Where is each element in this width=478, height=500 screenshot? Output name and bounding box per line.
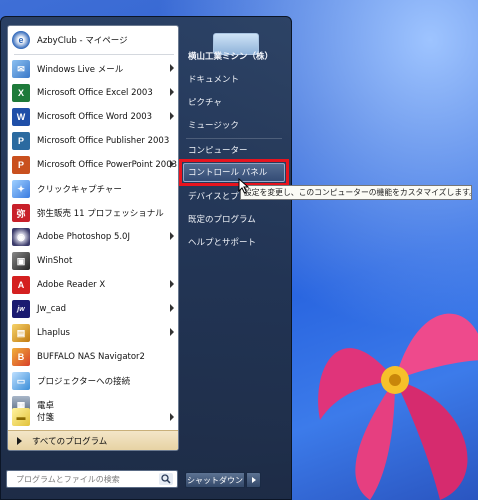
program-label: Adobe Photoshop 5.0J <box>37 232 130 242</box>
chevron-right-icon <box>170 64 174 72</box>
program-label: AzbyClub - マイページ <box>37 36 128 46</box>
program-label: Windows Live メール <box>37 65 124 75</box>
program-item-excel[interactable]: X Microsoft Office Excel 2003 <box>8 81 178 105</box>
click-capture-icon: ✦ <box>12 180 30 198</box>
program-item-publisher[interactable]: P Microsoft Office Publisher 2003 <box>8 129 178 153</box>
chevron-right-icon <box>170 304 174 312</box>
excel-icon: X <box>12 84 30 102</box>
program-item-powerpoint[interactable]: P Microsoft Office PowerPoint 2003 <box>8 153 178 177</box>
winshot-icon: ▣ <box>12 252 30 270</box>
shutdown-button[interactable]: シャットダウン <box>185 472 245 488</box>
search-icon[interactable] <box>159 473 173 485</box>
lhaplus-icon: ▤ <box>12 324 30 342</box>
mouse-cursor-icon <box>238 178 250 194</box>
windows-live-mail-icon: ✉ <box>12 60 30 78</box>
program-item-jwcad[interactable]: jw Jw_cad <box>8 297 178 321</box>
triangle-right-icon <box>17 436 22 445</box>
default-programs-link[interactable]: 既定のプログラム <box>188 211 256 227</box>
program-item-buffalo[interactable]: B BUFFALO NAS Navigator2 <box>8 345 178 369</box>
yayoi-icon: 弥 <box>12 204 30 222</box>
program-label: Microsoft Office Word 2003 <box>37 112 153 122</box>
program-label: 付箋 <box>37 413 55 423</box>
chevron-right-icon <box>170 160 174 168</box>
programs-pane: e AzbyClub - マイページ ✉ Windows Live メール X … <box>7 25 179 451</box>
program-label: Lhaplus <box>37 328 70 338</box>
help-support-link[interactable]: ヘルプとサポート <box>188 234 256 250</box>
azbyclub-icon: e <box>12 31 30 49</box>
chevron-right-icon <box>170 413 174 421</box>
tooltip: 設定を変更し、このコンピューターの機能をカスタマイズします。 <box>240 185 472 200</box>
program-label: プロジェクターへの接続 <box>37 377 131 387</box>
highlight-box <box>179 159 289 186</box>
shutdown-options-button[interactable] <box>246 472 261 488</box>
program-item-sticky-notes[interactable]: ▬ 付箋 <box>8 406 178 428</box>
documents-link[interactable]: ドキュメント <box>188 71 239 87</box>
powerpoint-icon: P <box>12 156 30 174</box>
program-label: BUFFALO NAS Navigator2 <box>37 352 145 362</box>
search-placeholder: プログラムとファイルの検索 <box>16 474 120 484</box>
chevron-right-icon <box>170 232 174 240</box>
sticky-notes-icon: ▬ <box>12 408 30 426</box>
separator <box>186 138 282 139</box>
program-label: Jw_cad <box>37 304 66 314</box>
start-menu: e AzbyClub - マイページ ✉ Windows Live メール X … <box>0 16 292 500</box>
program-item-lhaplus[interactable]: ▤ Lhaplus <box>8 321 178 345</box>
program-item-winshot[interactable]: ▣ WinShot <box>8 249 178 273</box>
program-item-photoshop[interactable]: ◉ Adobe Photoshop 5.0J <box>8 225 178 249</box>
chevron-right-icon <box>170 112 174 120</box>
all-programs-label: すべてのプログラム <box>32 436 108 447</box>
program-item-click-capture[interactable]: ✦ クリックキャプチャー <box>8 177 178 201</box>
pictures-link[interactable]: ピクチャ <box>188 94 222 110</box>
program-label: Adobe Reader X <box>37 280 106 290</box>
photoshop-icon: ◉ <box>12 228 30 246</box>
program-item-windows-live-mail[interactable]: ✉ Windows Live メール <box>8 57 178 81</box>
buffalo-icon: B <box>12 348 30 366</box>
program-item-word[interactable]: W Microsoft Office Word 2003 <box>8 105 178 129</box>
separator <box>14 54 174 55</box>
jwcad-icon: jw <box>12 300 30 318</box>
music-link[interactable]: ミュージック <box>188 117 239 133</box>
program-label: WinShot <box>37 256 73 266</box>
publisher-icon: P <box>12 132 30 150</box>
search-input[interactable]: プログラムとファイルの検索 <box>6 470 178 488</box>
program-label: Microsoft Office Excel 2003 <box>37 88 153 98</box>
program-label: Microsoft Office Publisher 2003 <box>37 136 170 146</box>
program-label: Microsoft Office PowerPoint 2003 <box>37 160 178 170</box>
flower-image <box>318 313 478 500</box>
program-item-azbyclub[interactable]: e AzbyClub - マイページ <box>8 28 178 52</box>
program-item-projector[interactable]: ▭ プロジェクターへの接続 <box>8 369 178 393</box>
projector-icon: ▭ <box>12 372 30 390</box>
word-icon: W <box>12 108 30 126</box>
all-programs-button[interactable]: すべてのプログラム <box>8 430 178 450</box>
chevron-right-icon <box>170 88 174 96</box>
chevron-right-icon <box>170 328 174 336</box>
devices-printers-link[interactable]: デバイスとプ <box>188 188 239 204</box>
adobe-reader-icon: A <box>12 276 30 294</box>
computer-link[interactable]: コンピューター <box>188 142 248 158</box>
program-label: 弥生販売 11 プロフェッショナル <box>37 209 164 219</box>
chevron-right-icon <box>170 280 174 288</box>
program-item-adobe-reader[interactable]: A Adobe Reader X <box>8 273 178 297</box>
program-item-yayoi[interactable]: 弥 弥生販売 11 プロフェッショナル <box>8 201 178 225</box>
user-folder-link[interactable]: 横山工業ミシン（株） <box>188 48 273 64</box>
program-label: クリックキャプチャー <box>37 185 122 195</box>
